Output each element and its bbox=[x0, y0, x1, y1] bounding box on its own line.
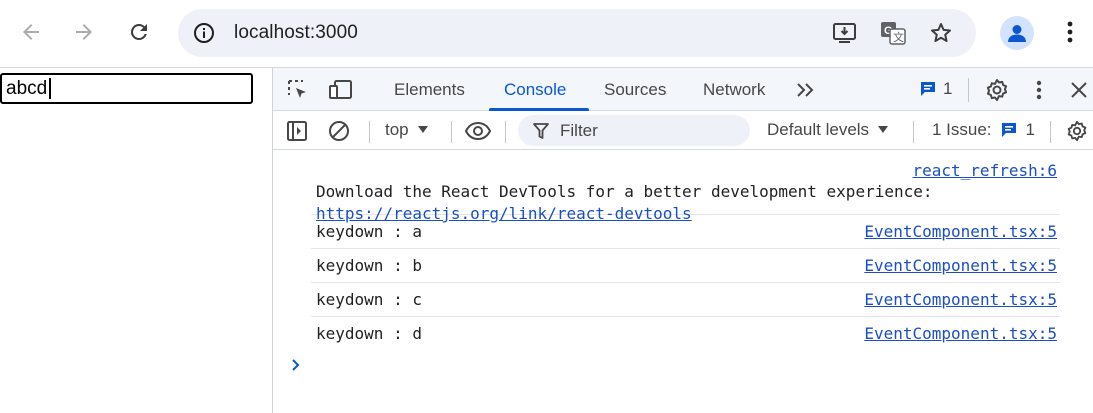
forward-button[interactable] bbox=[66, 14, 102, 50]
console-log-row: keydown : b EventComponent.tsx:5 bbox=[311, 249, 1060, 283]
issues-count: 1 bbox=[1025, 120, 1036, 139]
console-prompt-chevron-icon[interactable] bbox=[289, 358, 303, 372]
console-filter-input[interactable]: Filter bbox=[518, 115, 750, 146]
bookmark-star-icon[interactable] bbox=[928, 21, 954, 45]
devtools-more-icon[interactable] bbox=[1033, 78, 1045, 102]
message-source-link[interactable]: react_refresh:6 bbox=[913, 161, 1058, 180]
log-levels-select[interactable]: Default levels bbox=[767, 120, 889, 140]
toolbar-divider bbox=[913, 121, 914, 143]
context-select[interactable]: top bbox=[385, 120, 429, 140]
more-vert-icon bbox=[1067, 21, 1073, 43]
browser-toolbar: localhost:3000 G文 bbox=[0, 0, 1093, 67]
person-icon bbox=[1008, 25, 1026, 42]
tab-sources[interactable]: Sources bbox=[604, 80, 666, 100]
console-log-row: keydown : d EventComponent.tsx:5 bbox=[311, 317, 1060, 351]
live-expression-eye-icon[interactable] bbox=[463, 119, 493, 143]
issues-counter[interactable]: 1 Issue: 1 bbox=[932, 120, 1035, 140]
toolbar-divider bbox=[1050, 121, 1051, 143]
arrow-right-icon bbox=[76, 24, 92, 40]
context-value: top bbox=[385, 120, 409, 139]
messages-count: 1 bbox=[943, 79, 953, 98]
console-log-row: keydown : c EventComponent.tsx:5 bbox=[311, 283, 1060, 317]
log-text: keydown : a bbox=[316, 222, 422, 241]
console-output: react_refresh:6 Download the React DevTo… bbox=[273, 151, 1093, 413]
more-tabs-chevron-icon[interactable] bbox=[794, 79, 818, 101]
filter-placeholder: Filter bbox=[560, 121, 598, 140]
back-button[interactable] bbox=[13, 14, 49, 50]
console-toolbar: top Filter Default levels 1 Issue: 1 bbox=[273, 112, 1093, 150]
site-info-icon[interactable] bbox=[192, 21, 216, 45]
tab-network[interactable]: Network bbox=[703, 80, 765, 100]
log-text: keydown : d bbox=[316, 324, 422, 343]
page-viewport bbox=[0, 68, 272, 413]
message-text: Download the React DevTools for a better… bbox=[316, 182, 933, 201]
close-devtools-icon[interactable] bbox=[1067, 78, 1091, 102]
devtools-tab-bar: Elements Console Sources Network 1 bbox=[273, 68, 1093, 111]
toolbar-divider bbox=[505, 121, 506, 143]
text-caret bbox=[49, 78, 51, 99]
log-source-link[interactable]: EventComponent.tsx:5 bbox=[864, 290, 1057, 309]
message-icon bbox=[921, 82, 935, 96]
reload-icon bbox=[130, 23, 147, 40]
caret-down-icon bbox=[878, 126, 889, 133]
inspect-element-icon[interactable] bbox=[285, 77, 311, 103]
browser-menu-button[interactable] bbox=[1052, 14, 1088, 50]
console-message: react_refresh:6 Download the React DevTo… bbox=[311, 151, 1060, 223]
settings-gear-icon[interactable] bbox=[984, 77, 1010, 103]
tab-console[interactable]: Console bbox=[504, 80, 566, 100]
issues-label: 1 Issue: bbox=[932, 120, 992, 139]
log-source-link[interactable]: EventComponent.tsx:5 bbox=[864, 324, 1057, 343]
svg-text:文: 文 bbox=[893, 30, 904, 44]
issue-message-icon bbox=[1001, 123, 1016, 137]
console-settings-gear-icon[interactable] bbox=[1065, 119, 1089, 143]
arrow-left-icon bbox=[23, 24, 39, 40]
log-levels-label: Default levels bbox=[767, 120, 870, 139]
tab-elements[interactable]: Elements bbox=[394, 80, 465, 100]
translate-icon[interactable]: G文 bbox=[880, 21, 906, 45]
install-app-icon[interactable] bbox=[832, 21, 858, 45]
caret-down-icon bbox=[417, 126, 428, 133]
clear-console-icon[interactable] bbox=[327, 119, 351, 143]
device-toolbar-icon[interactable] bbox=[327, 77, 355, 103]
filter-funnel-icon bbox=[533, 123, 549, 139]
toolbar-divider bbox=[369, 121, 370, 143]
log-text: keydown : c bbox=[316, 290, 422, 309]
profile-avatar[interactable] bbox=[1000, 16, 1034, 50]
text-input[interactable] bbox=[0, 73, 253, 104]
log-source-link[interactable]: EventComponent.tsx:5 bbox=[864, 256, 1057, 275]
log-source-link[interactable]: EventComponent.tsx:5 bbox=[864, 222, 1057, 241]
log-text: keydown : b bbox=[316, 256, 422, 275]
active-tab-indicator bbox=[489, 108, 589, 111]
url-text[interactable]: localhost:3000 bbox=[234, 22, 358, 44]
reload-button[interactable] bbox=[121, 14, 157, 50]
console-log-row: keydown : a EventComponent.tsx:5 bbox=[311, 215, 1060, 249]
toolbar-divider bbox=[451, 121, 452, 143]
sidebar-toggle-icon[interactable] bbox=[285, 119, 309, 143]
devtools-panel: Elements Console Sources Network 1 top F… bbox=[272, 68, 1093, 413]
address-bar[interactable]: localhost:3000 G文 bbox=[178, 9, 976, 57]
tabs-divider bbox=[968, 78, 969, 102]
messages-count-badge[interactable]: 1 bbox=[919, 79, 952, 99]
